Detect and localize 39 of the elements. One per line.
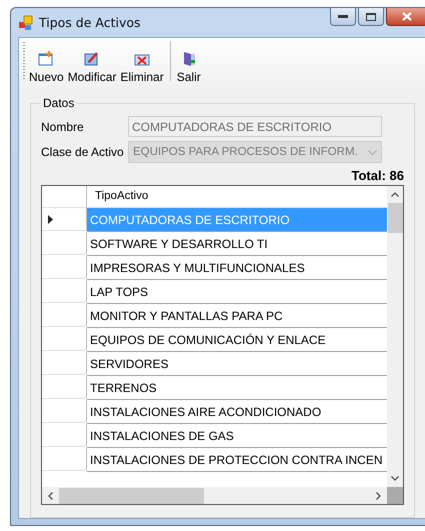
scrollbar-thumb[interactable] [59, 488, 204, 504]
table-cell[interactable]: INSTALACIONES AIRE ACONDICIONADO [87, 400, 387, 424]
toolbar-button[interactable]: Nuevo [27, 51, 66, 84]
window-title: Tipos de Activos [39, 15, 141, 30]
minimize-button[interactable] [330, 8, 356, 26]
table-cell[interactable]: EQUIPOS DE COMUNICACIÓN Y ENLACE [87, 328, 387, 352]
field-label: Nombre [41, 120, 85, 134]
scroll-down-icon [391, 476, 399, 481]
current-row-icon [48, 214, 53, 224]
table-cell[interactable]: INSTALACIONES DE GAS [87, 424, 387, 448]
table-cell[interactable]: MONITOR Y PANTALLAS PARA PC [87, 304, 387, 328]
row-header[interactable] [42, 208, 87, 231]
toolbar-button[interactable]: Modificar [66, 51, 118, 84]
chevron-down-icon [368, 150, 377, 154]
total-count: Total: 86 [350, 168, 404, 183]
app-icon [18, 14, 34, 30]
scroll-right-icon [376, 492, 381, 500]
new-document-icon [38, 51, 54, 67]
field-label: Clase de Activo [41, 145, 125, 159]
scroll-left-icon [48, 492, 53, 500]
vertical-scrollbar[interactable] [387, 186, 403, 487]
scroll-up-icon [391, 192, 399, 197]
close-icon [402, 12, 412, 21]
close-button[interactable] [386, 8, 425, 26]
horizontal-scrollbar[interactable] [42, 487, 387, 504]
table-cell[interactable]: TERRENOS [87, 376, 387, 400]
edit-pencil-icon [84, 51, 100, 67]
table-cell[interactable]: SOFTWARE Y DESARROLLO TI [87, 232, 387, 256]
maximize-button[interactable] [358, 8, 384, 26]
table-cell[interactable]: LAP TOPS [87, 280, 387, 304]
toolbar-button[interactable]: Eliminar [118, 51, 166, 84]
table-cell[interactable]: INSTALACIONES DE PROTECCION CONTRA INCEN [87, 448, 387, 472]
toolbar-button[interactable]: Salir [174, 51, 203, 84]
maximize-icon [366, 12, 376, 20]
table-cell[interactable]: SERVIDORES [87, 352, 387, 376]
group-title: Datos [42, 96, 76, 110]
table-cell[interactable]: IMPRESORAS Y MULTIFUNCIONALES [87, 256, 387, 280]
scrollbar-thumb[interactable] [388, 203, 402, 233]
minimize-icon [338, 14, 348, 18]
